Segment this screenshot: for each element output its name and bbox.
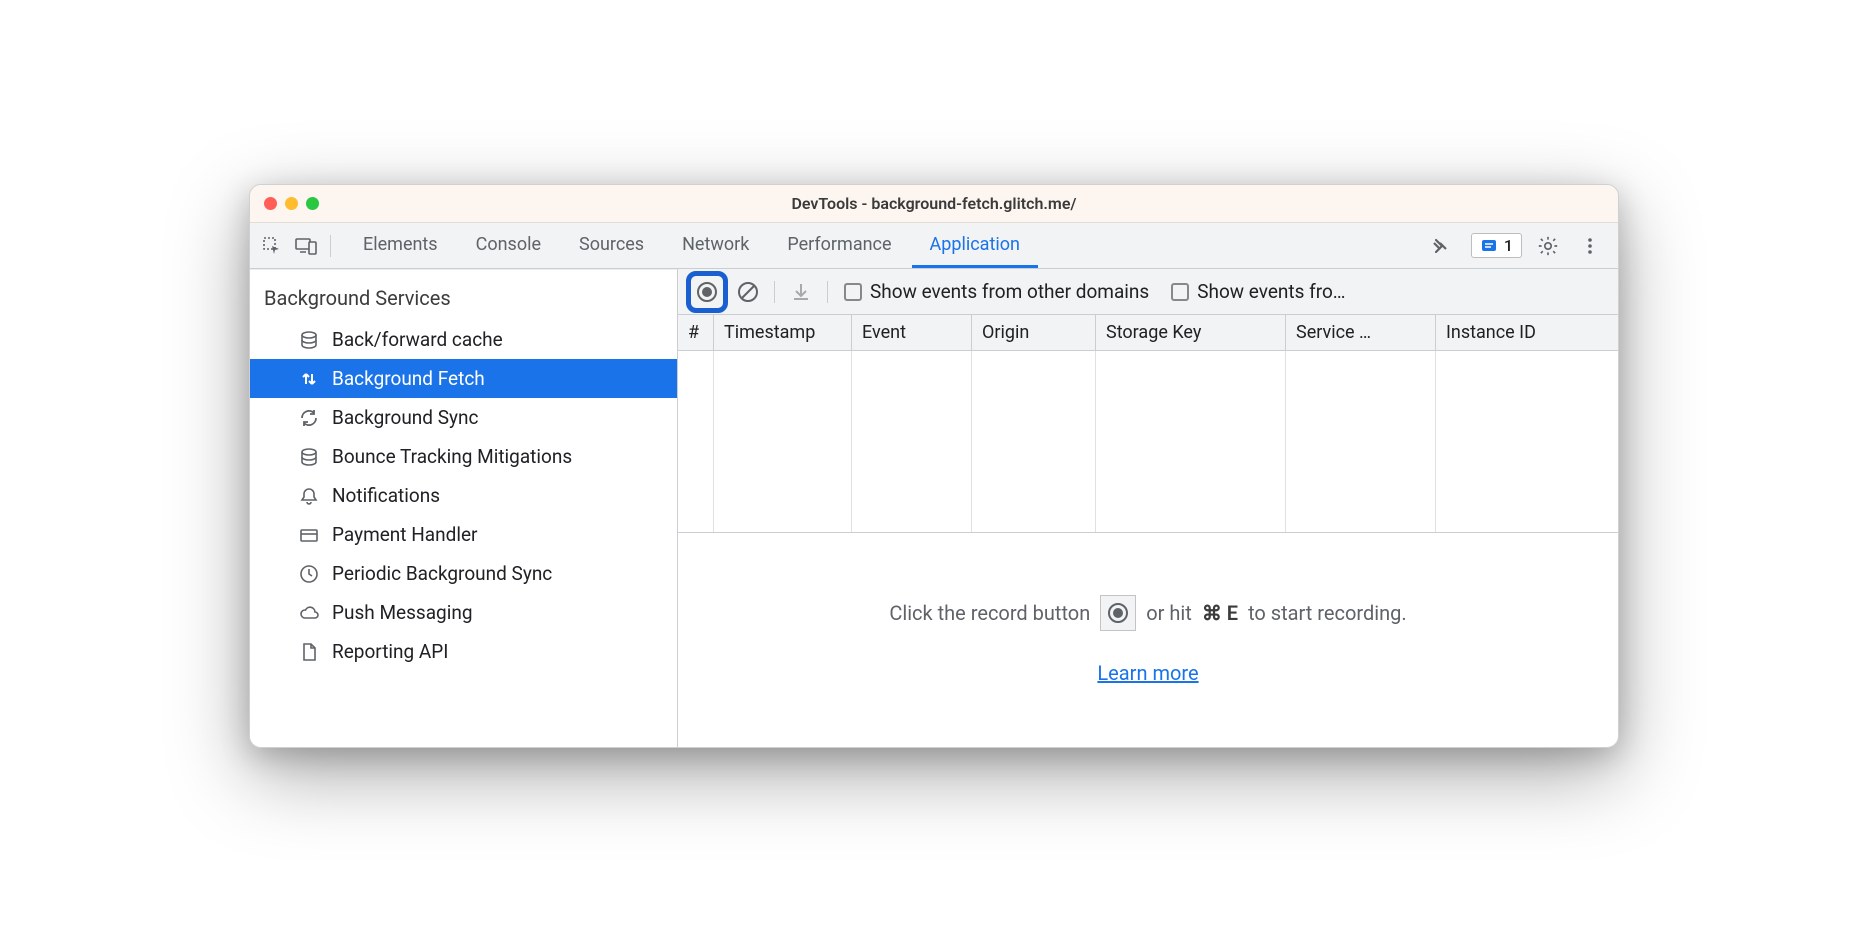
database-icon <box>298 329 320 351</box>
column-instance-id[interactable]: Instance ID <box>1436 315 1618 350</box>
panel-tabs: Elements Console Sources Network Perform… <box>345 223 1038 268</box>
sidebar-item-notifications[interactable]: Notifications <box>250 476 677 515</box>
file-icon <box>298 641 320 663</box>
sidebar-section-title: Background Services <box>250 269 677 320</box>
checkbox-label: Show events fro… <box>1197 280 1345 303</box>
tab-network[interactable]: Network <box>664 223 767 268</box>
main-content: Show events from other domains Show even… <box>678 269 1618 747</box>
sidebar-item-label: Push Messaging <box>332 601 473 624</box>
checkbox-icon <box>1171 283 1189 301</box>
titlebar: DevTools - background-fetch.glitch.me/ <box>250 185 1618 223</box>
hint-text-post2: to start recording. <box>1248 601 1407 625</box>
checkbox-label: Show events from other domains <box>870 280 1149 303</box>
database-icon <box>298 446 320 468</box>
hint-text-pre: Click the record button <box>889 601 1090 625</box>
inline-record-icon <box>1100 595 1136 631</box>
sidebar-item-label: Periodic Background Sync <box>332 562 552 585</box>
sidebar-item-label: Bounce Tracking Mitigations <box>332 445 572 468</box>
tab-elements[interactable]: Elements <box>345 223 456 268</box>
column-index[interactable]: # <box>678 315 714 350</box>
settings-icon[interactable] <box>1532 230 1564 262</box>
show-other-domains-checkbox[interactable]: Show events from other domains <box>844 280 1149 303</box>
divider <box>330 235 331 257</box>
sidebar-item-back-forward-cache[interactable]: Back/forward cache <box>250 320 677 359</box>
more-menu-icon[interactable] <box>1574 230 1606 262</box>
clock-icon <box>298 563 320 585</box>
application-sidebar: Background Services Back/forward cache B… <box>250 269 678 747</box>
issues-badge[interactable]: 1 <box>1471 233 1522 258</box>
record-button-highlight <box>686 271 728 313</box>
close-window-button[interactable] <box>264 197 277 210</box>
sidebar-item-periodic-sync[interactable]: Periodic Background Sync <box>250 554 677 593</box>
empty-state: Click the record button or hit ⌘ E to st… <box>678 533 1618 747</box>
devtools-window: DevTools - background-fetch.glitch.me/ E… <box>249 184 1619 748</box>
hint-text-post1: or hit <box>1146 601 1192 625</box>
sidebar-item-label: Notifications <box>332 484 440 507</box>
record-button[interactable] <box>693 278 721 306</box>
panel-body: Background Services Back/forward cache B… <box>250 269 1618 747</box>
save-button[interactable] <box>785 276 817 308</box>
record-icon <box>696 281 718 303</box>
events-table-header: # Timestamp Event Origin Storage Key Ser… <box>678 315 1618 351</box>
cloud-icon <box>298 602 320 624</box>
maximize-window-button[interactable] <box>306 197 319 210</box>
updown-arrows-icon <box>298 368 320 390</box>
column-event[interactable]: Event <box>852 315 972 350</box>
checkbox-icon <box>844 283 862 301</box>
inspect-icon[interactable] <box>256 230 288 262</box>
column-storage-key[interactable]: Storage Key <box>1096 315 1286 350</box>
sidebar-item-label: Payment Handler <box>332 523 477 546</box>
sidebar-item-background-fetch[interactable]: Background Fetch <box>250 359 677 398</box>
traffic-lights <box>250 197 319 210</box>
sidebar-item-background-sync[interactable]: Background Sync <box>250 398 677 437</box>
sync-icon <box>298 407 320 429</box>
sidebar-item-push-messaging[interactable]: Push Messaging <box>250 593 677 632</box>
learn-more-link[interactable]: Learn more <box>1097 661 1198 685</box>
sidebar-item-payment-handler[interactable]: Payment Handler <box>250 515 677 554</box>
card-icon <box>298 524 320 546</box>
empty-hint: Click the record button or hit ⌘ E to st… <box>889 595 1406 631</box>
sidebar-item-bounce-tracking[interactable]: Bounce Tracking Mitigations <box>250 437 677 476</box>
clear-button[interactable] <box>732 276 764 308</box>
column-service-worker[interactable]: Service … <box>1286 315 1436 350</box>
show-events-from-checkbox[interactable]: Show events fro… <box>1171 280 1345 303</box>
divider <box>827 281 828 303</box>
tab-application[interactable]: Application <box>912 223 1038 268</box>
tab-console[interactable]: Console <box>458 223 559 268</box>
hint-shortcut: ⌘ E <box>1202 601 1238 625</box>
events-toolbar: Show events from other domains Show even… <box>678 269 1618 315</box>
minimize-window-button[interactable] <box>285 197 298 210</box>
issues-icon <box>1480 237 1498 255</box>
tab-performance[interactable]: Performance <box>769 223 909 268</box>
clear-icon <box>737 281 759 303</box>
device-toggle-icon[interactable] <box>290 230 322 262</box>
events-table-body <box>678 351 1618 533</box>
main-tabbar: Elements Console Sources Network Perform… <box>250 223 1618 269</box>
sidebar-item-label: Background Fetch <box>332 367 485 390</box>
bell-icon <box>298 485 320 507</box>
issues-count: 1 <box>1504 236 1513 255</box>
tab-sources[interactable]: Sources <box>561 223 662 268</box>
download-icon <box>790 281 812 303</box>
sidebar-item-label: Reporting API <box>332 640 448 663</box>
divider <box>774 281 775 303</box>
sidebar-item-label: Background Sync <box>332 406 478 429</box>
sidebar-item-label: Back/forward cache <box>332 328 503 351</box>
column-origin[interactable]: Origin <box>972 315 1096 350</box>
sidebar-item-reporting-api[interactable]: Reporting API <box>250 632 677 671</box>
column-timestamp[interactable]: Timestamp <box>714 315 852 350</box>
window-title: DevTools - background-fetch.glitch.me/ <box>250 194 1618 213</box>
more-tabs-button[interactable] <box>1421 230 1461 262</box>
